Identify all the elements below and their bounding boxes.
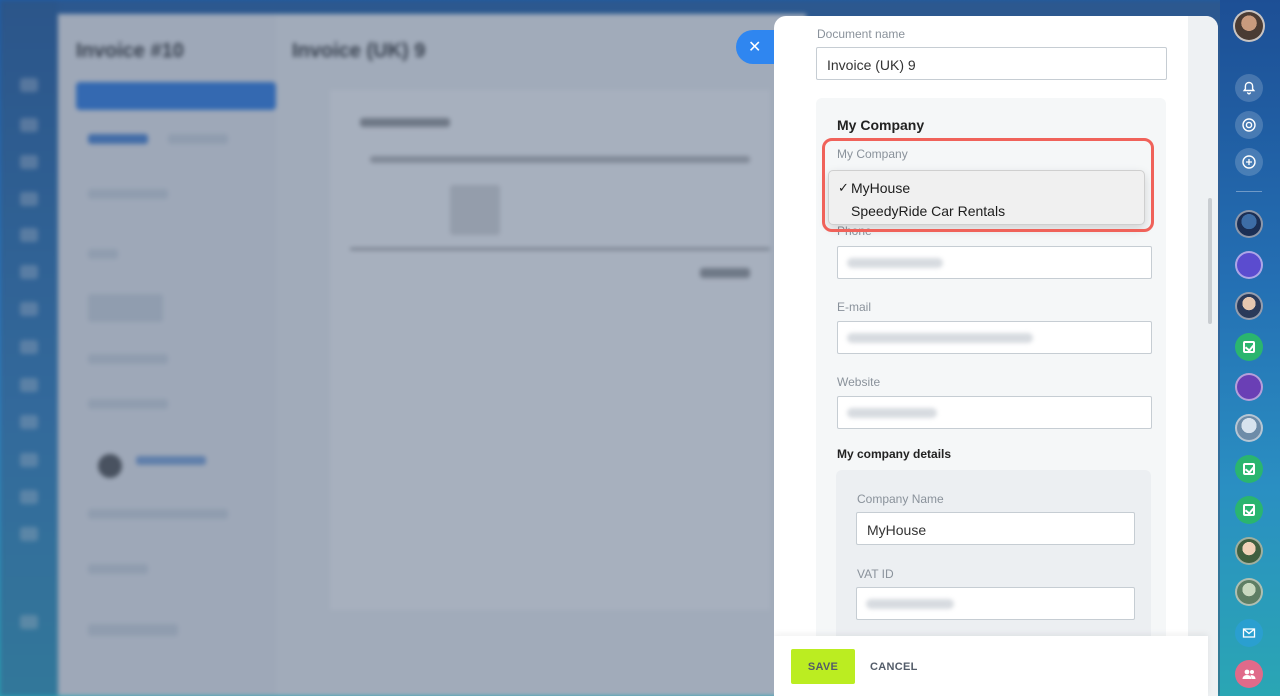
task-icon[interactable] — [1235, 455, 1263, 483]
group-icon[interactable] — [1235, 660, 1263, 688]
website-label: Website — [837, 375, 881, 389]
panel-form: Document name Invoice (UK) 9 My Company … — [792, 16, 1188, 670]
copilot-icon[interactable] — [1235, 111, 1263, 139]
close-icon: ✕ — [748, 39, 762, 56]
support-icon[interactable] — [1235, 373, 1263, 401]
company-name-label: Company Name — [857, 492, 944, 506]
user-avatar[interactable] — [1233, 10, 1265, 42]
contact-avatar[interactable] — [1235, 292, 1263, 320]
company-details-title: My company details — [837, 447, 952, 461]
contact-avatar[interactable] — [1235, 537, 1263, 565]
chat-search-icon[interactable] — [1235, 148, 1263, 176]
bell-icon[interactable] — [1235, 74, 1263, 102]
email-input[interactable] — [837, 321, 1152, 354]
vat-id-input[interactable] — [856, 587, 1135, 620]
contact-avatar[interactable] — [1235, 210, 1263, 238]
task-icon[interactable] — [1235, 333, 1263, 361]
save-button[interactable]: SAVE — [791, 649, 855, 684]
task-icon[interactable] — [1235, 496, 1263, 524]
my-company-section-title: My Company — [837, 117, 925, 133]
right-rail — [1220, 0, 1280, 696]
panel-gutter — [1188, 16, 1218, 696]
panel-footer: SAVE CANCEL — [774, 636, 1208, 696]
highlight-annotation — [822, 138, 1154, 232]
cancel-button[interactable]: CANCEL — [870, 649, 918, 684]
phone-input[interactable] — [837, 246, 1152, 279]
document-settings-panel: Document name Invoice (UK) 9 My Company … — [774, 16, 1218, 696]
contact-avatar[interactable] — [1235, 578, 1263, 606]
mail-icon[interactable] — [1235, 619, 1263, 647]
document-name-label: Document name — [817, 27, 906, 41]
scrollbar[interactable] — [1208, 198, 1212, 324]
vat-id-label: VAT ID — [857, 567, 894, 581]
contact-avatar[interactable] — [1235, 414, 1263, 442]
copilot-avatar[interactable] — [1235, 251, 1263, 279]
email-label: E-mail — [837, 300, 872, 314]
document-name-input[interactable]: Invoice (UK) 9 — [816, 47, 1167, 80]
company-name-input[interactable]: MyHouse — [856, 512, 1135, 545]
website-input[interactable] — [837, 396, 1152, 429]
